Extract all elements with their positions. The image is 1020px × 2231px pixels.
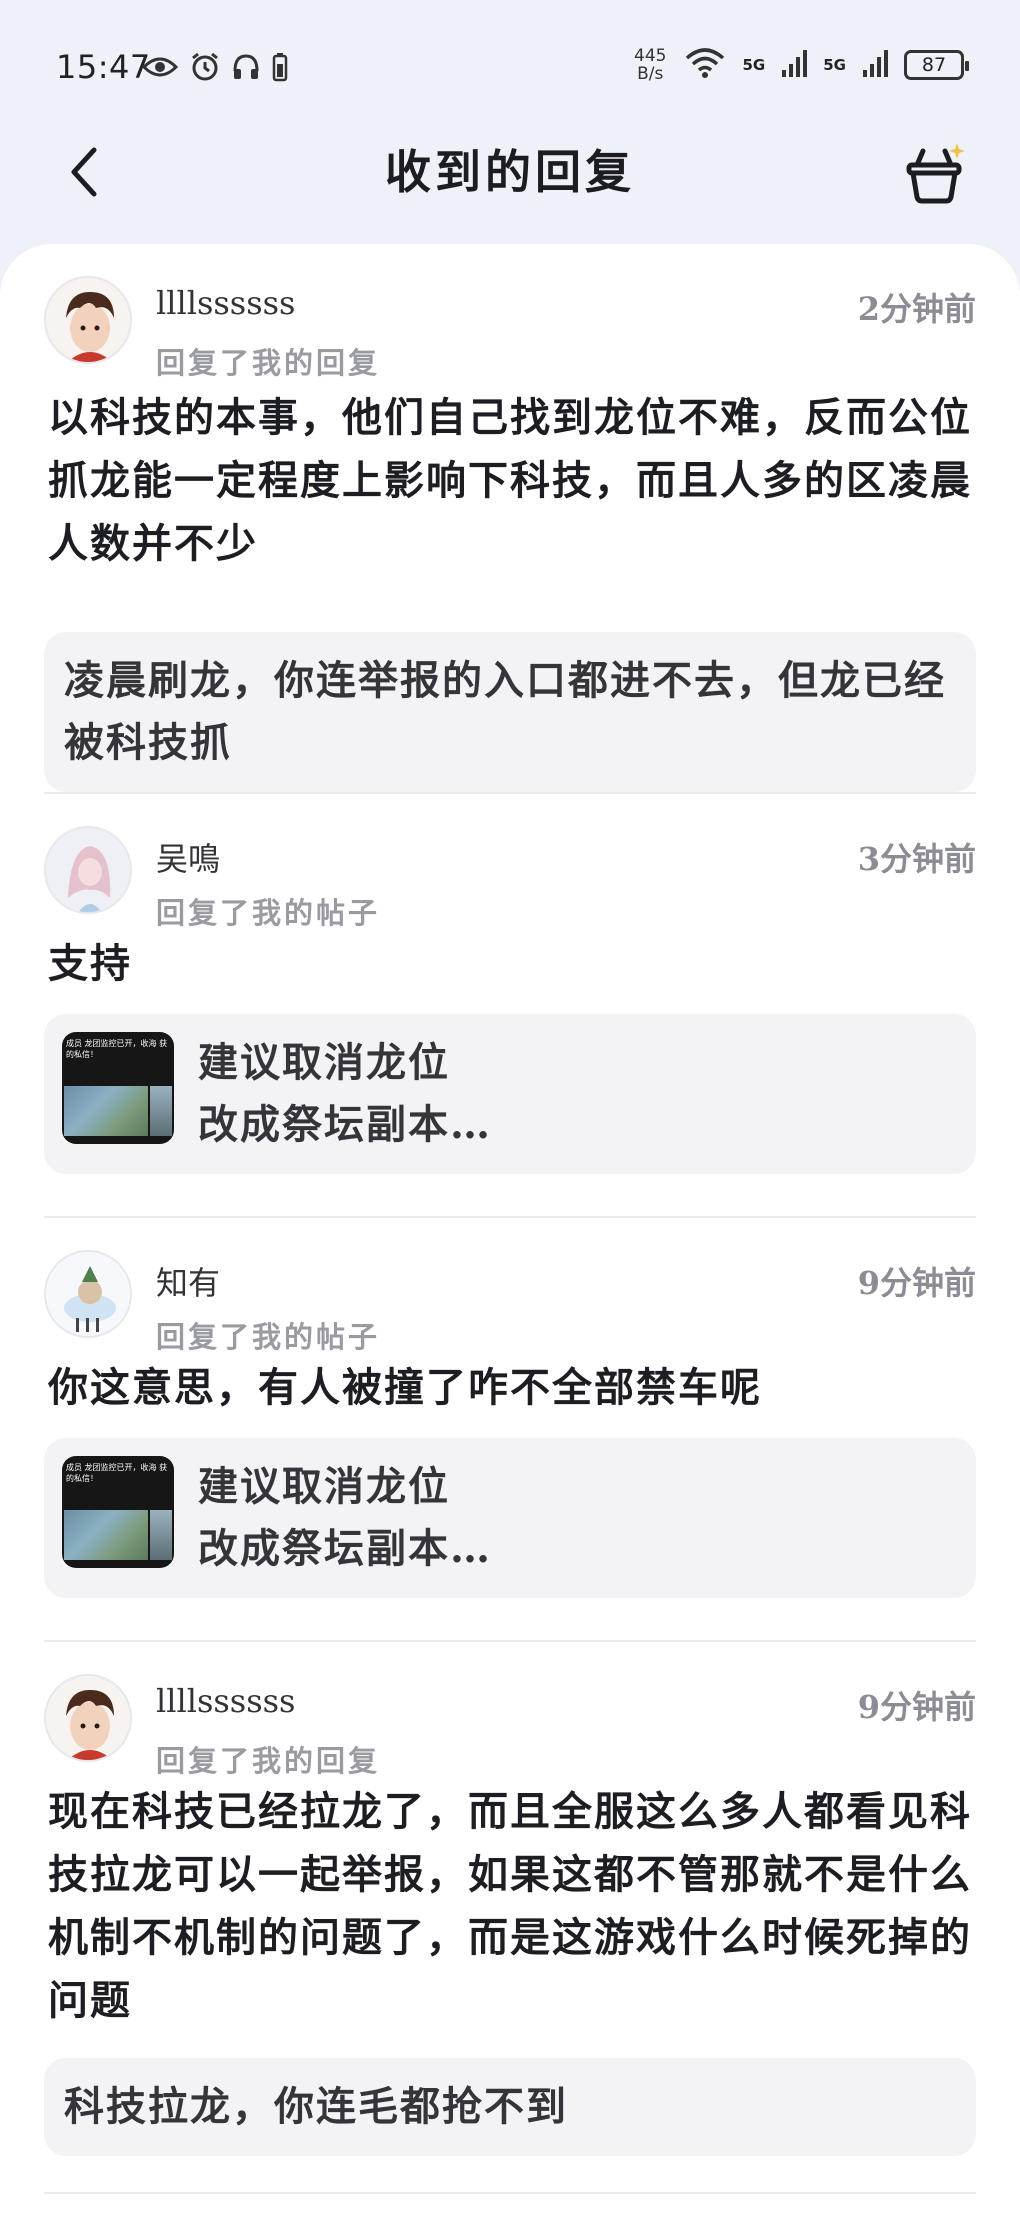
quoted-post[interactable]: 成员 龙团监控已开，收海 获的私信！ 建议取消龙位 改成祭坛副本… [44, 1438, 976, 1598]
reply-item[interactable]: llllssssss 2分钟前 回复了我的回复 以科技的本事，他们自己找到龙位不… [44, 276, 976, 796]
username[interactable]: llllssssss [156, 1682, 295, 1720]
quoted-text: 科技拉龙，你连毛都抢不到 [64, 2083, 568, 2130]
username[interactable]: llllssssss [156, 284, 295, 322]
page-title: 收到的回复 [385, 145, 635, 199]
timestamp: 9分钟前 [857, 1688, 976, 1726]
status-bar: 15:47 445 B/s 5G 5G 87 [0, 0, 1020, 130]
avatar[interactable] [44, 276, 132, 364]
status-left-icons [141, 52, 288, 86]
status-time: 15:47 [56, 48, 151, 86]
timestamp: 2分钟前 [857, 290, 976, 328]
network-type-2: 5G [823, 56, 846, 74]
reply-action: 回复了我的帖子 [156, 1320, 381, 1354]
username[interactable]: 吴鳴 [156, 834, 220, 880]
reply-action: 回复了我的帖子 [156, 896, 381, 930]
avatar[interactable] [44, 826, 132, 914]
battery-indicator: 87 [904, 50, 969, 80]
reply-content: 你这意思，有人被撞了咋不全部禁车呢 [48, 1364, 762, 1411]
alarm-icon [190, 52, 220, 86]
eye-icon [141, 55, 179, 83]
signal-icon [781, 48, 808, 82]
wifi-icon [683, 46, 727, 84]
quoted-reply[interactable]: 凌晨刷龙，你连举报的入口都进不去，但龙已经被科技抓 [44, 632, 976, 792]
quoted-post[interactable]: 成员 龙团监控已开，收海 获的私信！ 建议取消龙位 改成祭坛副本… [44, 1014, 976, 1174]
username[interactable]: 知有 [156, 1258, 220, 1304]
quoted-text: 凌晨刷龙，你连举报的入口都进不去，但龙已经被科技抓 [64, 657, 946, 766]
divider [44, 1216, 976, 1218]
reply-action: 回复了我的回复 [156, 1744, 381, 1778]
avatar[interactable] [44, 1674, 132, 1762]
quoted-post-title: 建议取消龙位 改成祭坛副本… [198, 1039, 492, 1148]
network-type-1: 5G [742, 56, 766, 74]
quoted-post-title: 建议取消龙位 改成祭坛副本… [198, 1463, 492, 1572]
reply-item[interactable]: llllssssss 9分钟前 回复了我的回复 现在科技已经拉龙了，而且全服这么… [44, 1674, 976, 2194]
divider [44, 792, 976, 794]
reply-item[interactable]: 吴鳴 3分钟前 回复了我的帖子 支持 成员 龙团监控已开，收海 获的私信！ 建议… [44, 826, 976, 1226]
reply-item[interactable]: 知有 9分钟前 回复了我的帖子 你这意思，有人被撞了咋不全部禁车呢 成员 龙团监… [44, 1250, 976, 1650]
post-thumbnail: 成员 龙团监控已开，收海 获的私信！ [62, 1456, 174, 1568]
battery-small-icon [272, 52, 288, 86]
reply-content: 支持 [48, 940, 132, 987]
header: 收到的回复 [0, 120, 1020, 240]
quoted-reply[interactable]: 科技拉龙，你连毛都抢不到 [44, 2058, 976, 2156]
status-right: 445 B/s 5G 5G 87 [634, 46, 969, 84]
divider [44, 1640, 976, 1642]
avatar[interactable] [44, 1250, 132, 1338]
timestamp: 3分钟前 [857, 840, 976, 878]
signal-icon-2 [862, 48, 888, 82]
shopping-basket-button[interactable] [894, 132, 974, 212]
net-speed: 445 B/s [634, 46, 667, 84]
timestamp: 9分钟前 [857, 1264, 976, 1302]
headphones-icon [232, 53, 260, 85]
shopping-basket-icon [906, 143, 965, 204]
divider [44, 2192, 976, 2194]
replies-page: 15:47 445 B/s 5G 5G 87 收到的回复 llllssssss … [0, 0, 1020, 2231]
post-thumbnail: 成员 龙团监控已开，收海 获的私信！ [62, 1032, 174, 1144]
reply-content: 现在科技已经拉龙了，而且全服这么多人都看见科技拉龙可以一起举报，如果这都不管那就… [48, 1788, 972, 2024]
reply-action: 回复了我的回复 [156, 346, 381, 380]
replies-card: llllssssss 2分钟前 回复了我的回复 以科技的本事，他们自己找到龙位不… [0, 244, 1020, 2231]
reply-content: 以科技的本事，他们自己找到龙位不难，反而公位抓龙能一定程度上影响下科技，而且人多… [48, 394, 972, 567]
